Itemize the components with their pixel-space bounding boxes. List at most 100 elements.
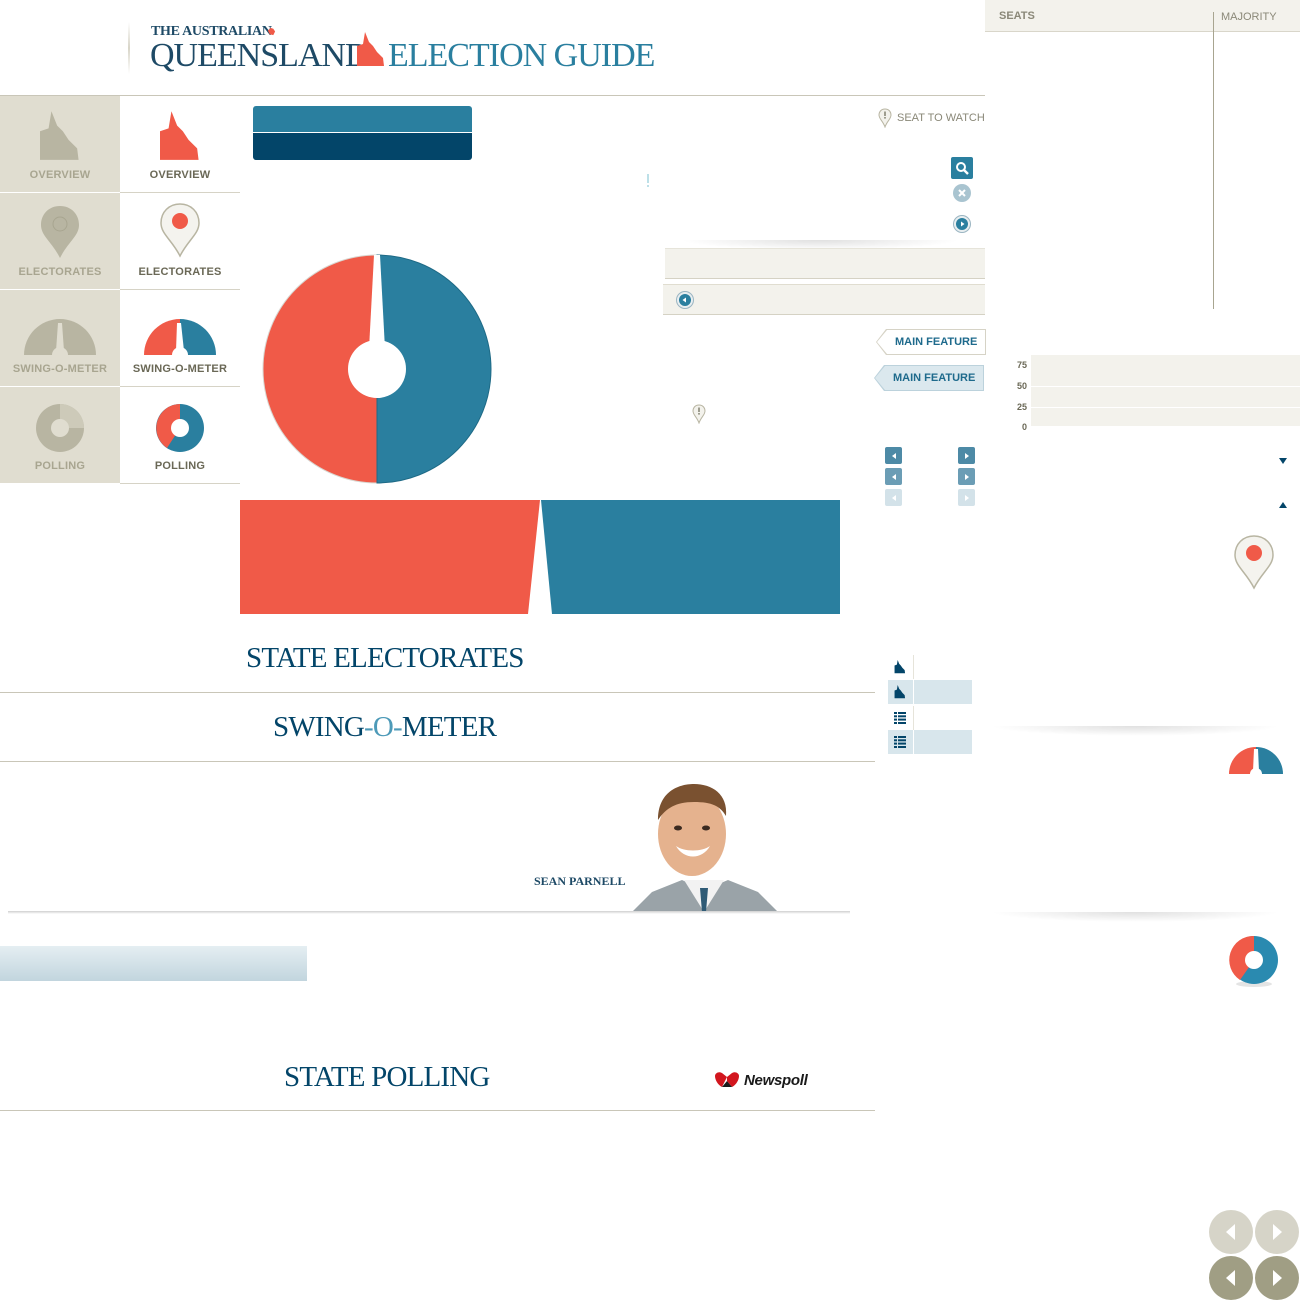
nav-label: ELECTORATES <box>138 266 222 278</box>
panel-shadow <box>990 726 1280 736</box>
axis-tick: 0 <box>1021 422 1027 432</box>
queensland-map-icon <box>357 32 384 66</box>
section-divider <box>0 1110 875 1111</box>
prev-arrow-button[interactable] <box>885 447 902 464</box>
header-bar-dark <box>253 133 472 160</box>
next-arrow-button-hover[interactable] <box>958 468 975 485</box>
author-divider <box>8 911 850 914</box>
list-item-table[interactable] <box>888 706 972 730</box>
main-feature-tab-selected[interactable]: MAIN FEATURE <box>874 365 984 391</box>
nav-electorates-active[interactable]: ELECTORATES <box>120 193 240 290</box>
arrow-right-icon <box>964 473 969 480</box>
arrow-left-icon <box>891 473 896 480</box>
back-button[interactable] <box>676 291 694 309</box>
nav-overview-active[interactable]: OVERVIEW <box>120 96 240 193</box>
seat-grid-band <box>1031 408 1300 427</box>
axis-tick: 75 <box>1016 360 1027 370</box>
map-pin-icon <box>41 206 79 258</box>
caret-down-icon[interactable] <box>1279 458 1287 464</box>
section-divider <box>0 761 875 762</box>
donut-chart-icon <box>156 404 204 452</box>
queensland-map-icon <box>40 111 79 160</box>
author-photo <box>632 784 778 912</box>
swing-meter-icon <box>144 319 216 357</box>
nav-polling-active[interactable]: POLLING <box>120 387 240 484</box>
info-panel <box>665 248 985 279</box>
nav-column-inactive: OVERVIEW ELECTORATES SWING-O-METER POLLI… <box>0 96 120 484</box>
seat-to-watch-legend: SEAT TO WATCH <box>878 108 985 128</box>
seat-grid-band <box>1031 366 1300 387</box>
play-right-icon <box>956 218 968 230</box>
donut-chart-icon <box>1229 935 1278 987</box>
swing-meter-icon <box>24 319 96 357</box>
donut-chart-icon <box>36 404 84 452</box>
arrow-right-icon <box>964 494 969 501</box>
seats-label: SEATS <box>999 10 1035 22</box>
arrow-left-icon <box>1226 1224 1235 1240</box>
play-left-icon <box>679 294 691 306</box>
clear-button[interactable] <box>953 184 971 202</box>
swing-banner-graphic <box>240 500 840 614</box>
axis-tick: 25 <box>1016 402 1027 412</box>
close-icon <box>958 189 966 197</box>
seat-grid-band <box>1031 387 1300 408</box>
australia-map-icon <box>267 27 276 36</box>
section-divider <box>0 692 875 693</box>
caret-up-icon[interactable] <box>1279 502 1287 508</box>
nav-electorates-inactive[interactable]: ELECTORATES <box>0 193 120 290</box>
main-feature-label: MAIN FEATURE <box>895 336 978 348</box>
newspoll-label: Newspoll <box>744 1071 808 1089</box>
brand-title-sub: ELECTION GUIDE <box>388 37 655 74</box>
go-button[interactable] <box>953 215 971 233</box>
header-bar-light <box>253 106 472 132</box>
nav-label: POLLING <box>34 460 86 472</box>
list-item-map[interactable] <box>888 655 972 679</box>
nav-overview-inactive[interactable]: OVERVIEW <box>0 96 120 193</box>
next-arrow-button[interactable] <box>958 447 975 464</box>
main-feature-tab[interactable]: MAIN FEATURE <box>876 329 986 355</box>
nav-polling-inactive[interactable]: POLLING <box>0 387 120 484</box>
nav-swing-active[interactable]: SWING-O-METER <box>120 290 240 387</box>
newspoll-mark-icon <box>715 1072 739 1087</box>
seat-watch-pin-icon <box>692 404 706 424</box>
nav-label: OVERVIEW <box>149 169 211 181</box>
list-item-table-selected[interactable] <box>888 730 972 754</box>
arrow-right-icon <box>1273 1224 1282 1240</box>
majority-line <box>1213 12 1214 309</box>
next-slide-button[interactable] <box>1255 1256 1299 1300</box>
arrow-left-icon <box>891 494 896 501</box>
back-panel[interactable] <box>663 284 985 315</box>
next-arrow-button-disabled <box>958 489 975 506</box>
nav-swing-inactive[interactable]: SWING-O-METER <box>0 290 120 387</box>
search-icon <box>956 162 969 175</box>
brand-title-main: QUEENSLAND <box>150 37 370 74</box>
map-pin-icon <box>160 203 200 258</box>
nav-column-active: OVERVIEW ELECTORATES SWING-O-METER POLLI… <box>120 96 240 484</box>
table-list-icon <box>894 712 906 724</box>
arrow-left-icon <box>1226 1270 1235 1286</box>
list-item-map-selected[interactable] <box>888 680 972 704</box>
prev-slide-button-disabled <box>1209 1210 1253 1254</box>
swing-dial-graphic <box>262 254 492 484</box>
state-polling-title: STATE POLLING <box>284 1061 490 1093</box>
swing-o-meter-title: SWING-O-METER <box>273 711 497 743</box>
prev-slide-button[interactable] <box>1209 1256 1253 1300</box>
map-pin-icon <box>1234 535 1274 590</box>
newspoll-logo: Newspoll <box>713 1071 808 1089</box>
queensland-map-icon <box>894 660 906 674</box>
arrow-right-icon <box>1273 1270 1282 1286</box>
table-list-icon <box>894 736 906 748</box>
panel-shadow <box>990 912 1280 922</box>
arrow-right-icon <box>964 452 969 459</box>
seat-watch-pin-icon <box>878 108 892 128</box>
nav-label: ELECTORATES <box>18 266 102 278</box>
seat-to-watch-label: SEAT TO WATCH <box>897 112 985 124</box>
nav-label: SWING-O-METER <box>12 363 108 375</box>
main-feature-label: MAIN FEATURE <box>893 372 976 384</box>
gradient-bar <box>0 946 307 981</box>
majority-label: MAJORITY <box>1221 11 1277 23</box>
state-electorates-title: STATE ELECTORATES <box>246 642 524 674</box>
search-button[interactable] <box>951 157 973 179</box>
queensland-map-icon <box>160 111 199 160</box>
prev-arrow-button-hover[interactable] <box>885 468 902 485</box>
